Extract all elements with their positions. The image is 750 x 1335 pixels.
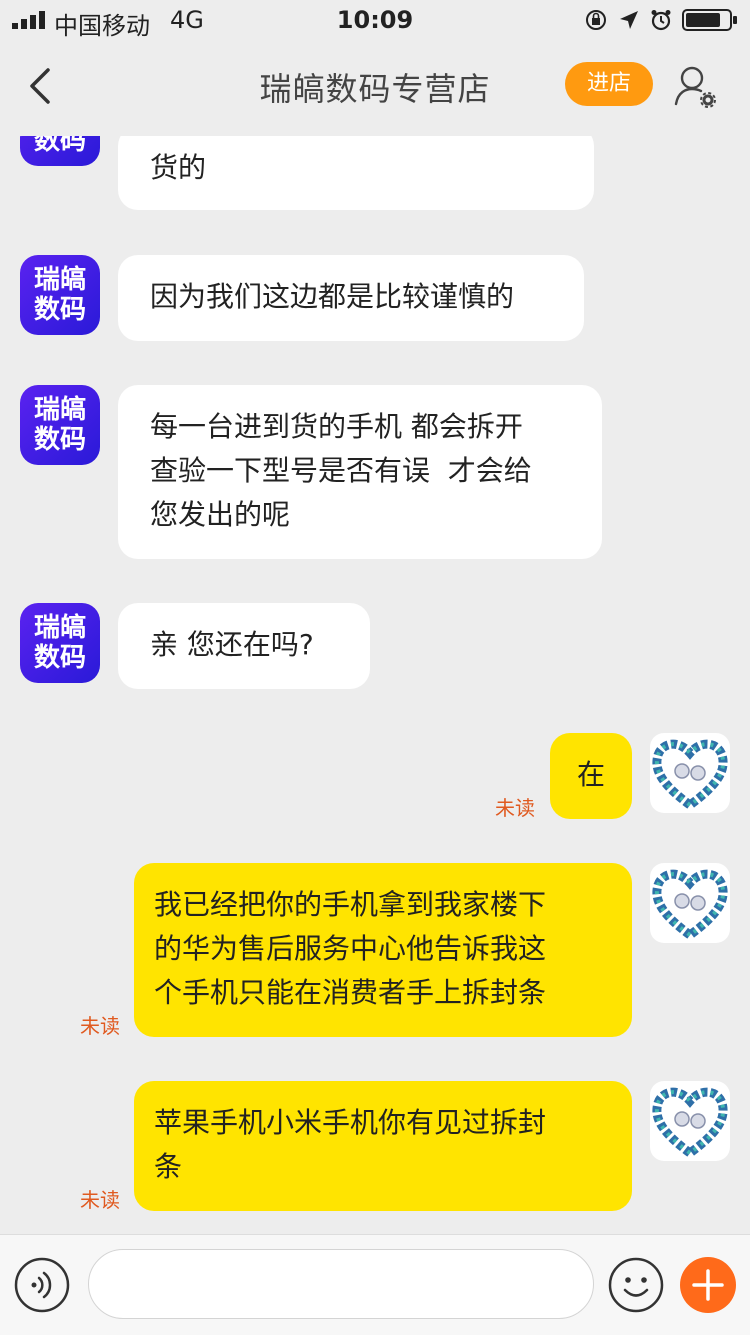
shop-avatar[interactable]: 瑞皜 数码: [20, 603, 100, 683]
orientation-lock-icon: [586, 10, 606, 30]
input-bar: [0, 1234, 750, 1335]
message-input[interactable]: [88, 1249, 594, 1319]
message-bubble-incoming[interactable]: 因为我们这边都是比较谨慎的: [118, 255, 584, 341]
user-avatar[interactable]: [650, 733, 730, 813]
shop-avatar[interactable]: 瑞皜 数码: [20, 136, 100, 166]
user-avatar[interactable]: [650, 1081, 730, 1161]
emoji-icon[interactable]: [608, 1257, 664, 1313]
message-bubble-outgoing[interactable]: 我已经把你的手机拿到我家楼下 的华为售后服务中心他告诉我这 个手机只能在消费者手…: [134, 863, 632, 1037]
status-icons: [584, 8, 738, 32]
heart-wreath-avatar-icon: [652, 869, 728, 941]
shop-avatar[interactable]: 瑞皜 数码: [20, 255, 100, 335]
heart-wreath-avatar-icon: [652, 1087, 728, 1159]
message-bubble-outgoing[interactable]: 在: [550, 733, 632, 819]
plus-button[interactable]: [680, 1257, 736, 1313]
heart-wreath-avatar-icon: [652, 739, 728, 811]
plus-icon: [692, 1269, 724, 1301]
unread-status: 未读: [80, 1188, 120, 1212]
user-settings-icon[interactable]: [672, 62, 720, 110]
voice-icon[interactable]: [14, 1257, 70, 1313]
message-bubble-outgoing[interactable]: 苹果手机小米手机你有见过拆封 条: [134, 1081, 632, 1211]
message-bubble-incoming[interactable]: 每一台进到货的手机 都会拆开 查验一下型号是否有误 才会给 您发出的呢: [118, 385, 602, 559]
message-bubble-incoming[interactable]: 亲 您还在吗?: [118, 603, 370, 689]
message-bubble-incoming[interactable]: 货的: [118, 136, 594, 210]
enter-store-button[interactable]: 进店: [565, 62, 653, 106]
unread-status: 未读: [495, 796, 535, 820]
unread-status: 未读: [80, 1014, 120, 1038]
location-icon: [620, 11, 638, 29]
nav-bar: 瑞皜数码专营店 进店: [0, 40, 750, 134]
shop-avatar[interactable]: 瑞皜 数码: [20, 385, 100, 465]
alarm-icon: [651, 10, 671, 31]
user-avatar[interactable]: [650, 863, 730, 943]
chat-area[interactable]: 瑞皜 数码 货的 瑞皜 数码 因为我们这边都是比较谨慎的 瑞皜 数码 每一台进到…: [0, 136, 750, 1234]
battery-icon: [682, 9, 737, 31]
status-bar: 中国移动 4G 10:09: [0, 0, 750, 40]
